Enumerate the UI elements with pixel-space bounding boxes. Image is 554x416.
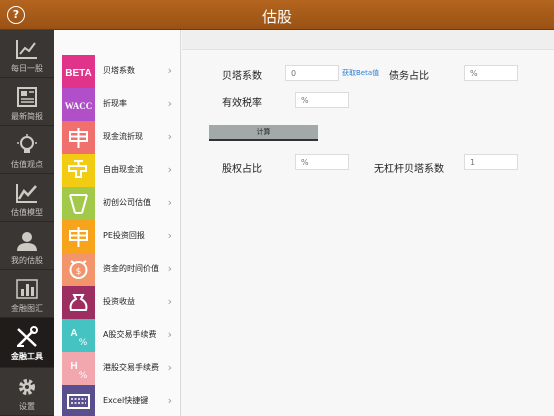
user-icon: [17, 232, 37, 251]
lightbulb-icon: [17, 134, 37, 153]
nav-item-valuation-model[interactable]: 估值模型: [0, 174, 54, 222]
chevron-right-icon: ›: [167, 163, 172, 176]
tools-icon: [17, 326, 38, 347]
nav-label: 设置: [19, 402, 35, 411]
tool-label: 自由现金流: [103, 165, 143, 174]
calculate-button[interactable]: 计算: [209, 125, 318, 141]
a-share-fee-icon: A %: [62, 319, 95, 352]
tool-item-hk-fee[interactable]: H % 港股交易手续费 ›: [54, 352, 181, 385]
equity-ratio-label: 股权占比: [222, 164, 262, 175]
tool-label: Excel快捷键: [103, 396, 149, 405]
nav-label: 最新简报: [11, 112, 43, 121]
debt-ratio-label: 债务占比: [389, 71, 429, 82]
tool-label: 投资收益: [103, 297, 135, 306]
svg-text:%: %: [79, 338, 88, 348]
tool-item-wacc[interactable]: WACC 折现率 ›: [54, 88, 181, 121]
beta-label: 贝塔系数: [222, 71, 262, 82]
cash-flow-icon: [62, 121, 95, 154]
get-beta-link[interactable]: 获取Beta值: [342, 68, 379, 78]
nav-item-settings[interactable]: 设置: [0, 368, 54, 416]
keyboard-icon: [62, 385, 95, 416]
tool-item-pe[interactable]: PE投资回报 ›: [54, 220, 181, 253]
tool-label: 现金流折现: [103, 132, 143, 141]
line-chart-icon: [16, 184, 37, 203]
tool-item-excel-shortcuts[interactable]: Excel快捷键 ›: [54, 385, 181, 416]
tool-item-fcf[interactable]: 自由现金流 ›: [54, 154, 181, 187]
unlevered-beta-input[interactable]: [464, 154, 518, 170]
nav-label: 估值观点: [11, 160, 43, 169]
equity-ratio-input[interactable]: [295, 154, 349, 170]
nav-label: 估值模型: [11, 208, 43, 217]
chevron-right-icon: ›: [167, 295, 172, 308]
unlevered-beta-label: 无杠杆贝塔系数: [374, 164, 444, 175]
svg-text:BETA: BETA: [65, 68, 91, 79]
nav-item-my-stocks[interactable]: 我的估股: [0, 222, 54, 270]
tool-item-time-value[interactable]: $ 资金的时间价值 ›: [54, 253, 181, 286]
chevron-right-icon: ›: [167, 97, 172, 110]
tool-item-dcf[interactable]: 现金流折现 ›: [54, 121, 181, 154]
top-strip: [182, 30, 554, 50]
beta-icon: BETA: [62, 55, 95, 88]
newspaper-icon: [17, 87, 37, 107]
tool-label: A股交易手续费: [103, 330, 157, 339]
tax-rate-input[interactable]: [295, 92, 349, 108]
tool-label: 港股交易手续费: [103, 363, 159, 372]
startup-icon: [62, 187, 95, 220]
nav-item-valuation-view[interactable]: 估值观点: [0, 126, 54, 174]
tool-label: 资金的时间价值: [103, 264, 159, 273]
main-nav: 每日一股 最新简报 估值观点 估值模型 我的估股 金融图汇 金融工具 设置: [0, 30, 54, 416]
hk-share-fee-icon: H %: [62, 352, 95, 385]
svg-text:A: A: [70, 328, 77, 339]
chevron-right-icon: ›: [167, 196, 172, 209]
chevron-right-icon: ›: [167, 64, 172, 77]
app-title: 估股: [261, 8, 292, 26]
tax-rate-label: 有效税率: [222, 98, 262, 109]
svg-text:$: $: [76, 267, 82, 277]
tool-item-beta[interactable]: BETA 贝塔系数 ›: [54, 55, 181, 88]
chevron-right-icon: ›: [167, 229, 172, 242]
tool-label: 贝塔系数: [103, 66, 135, 75]
chevron-right-icon: ›: [167, 394, 172, 407]
nav-label: 每日一股: [11, 64, 43, 73]
debt-ratio-input[interactable]: [464, 65, 518, 81]
nav-item-finance-tools[interactable]: 金融工具: [0, 318, 54, 368]
clock-money-icon: $: [62, 253, 95, 286]
faucet-icon: [62, 154, 95, 187]
svg-text:%: %: [79, 371, 88, 381]
tool-label: PE投资回报: [103, 231, 145, 240]
nav-item-daily-stock[interactable]: 每日一股: [0, 30, 54, 78]
trend-chart-icon: [16, 40, 37, 59]
svg-text:WACC: WACC: [65, 101, 93, 111]
tool-label: 折现率: [103, 99, 127, 108]
bar-chart-icon: [16, 279, 38, 299]
wacc-icon: WACC: [62, 88, 95, 121]
nav-label: 金融图汇: [11, 304, 43, 313]
tools-list: BETA 贝塔系数 › WACC 折现率 › 现金流折现 › 自由现金流 › 初…: [54, 30, 181, 416]
app-header: ? 估股: [0, 0, 554, 30]
tool-label: 初创公司估值: [103, 198, 151, 207]
nav-label: 我的估股: [11, 256, 43, 265]
chevron-right-icon: ›: [167, 328, 172, 341]
nav-item-finance-charts[interactable]: 金融图汇: [0, 270, 54, 318]
money-bag-icon: [62, 286, 95, 319]
beta-calculator-panel: 贝塔系数 获取Beta值 债务占比 有效税率 计算 股权占比 无杠杆贝塔系数: [182, 30, 554, 416]
chevron-right-icon: ›: [167, 262, 172, 275]
nav-item-latest-brief[interactable]: 最新简报: [0, 78, 54, 126]
gear-icon: [19, 379, 35, 395]
beta-input[interactable]: [285, 65, 339, 81]
tool-item-investment-return[interactable]: 投资收益 ›: [54, 286, 181, 319]
pe-return-icon: [62, 220, 95, 253]
tool-item-a-share-fee[interactable]: A % A股交易手续费 ›: [54, 319, 181, 352]
svg-text:H: H: [70, 361, 77, 372]
nav-label: 金融工具: [11, 352, 43, 361]
tool-item-startup[interactable]: 初创公司估值 ›: [54, 187, 181, 220]
chevron-right-icon: ›: [167, 361, 172, 374]
chevron-right-icon: ›: [167, 130, 172, 143]
